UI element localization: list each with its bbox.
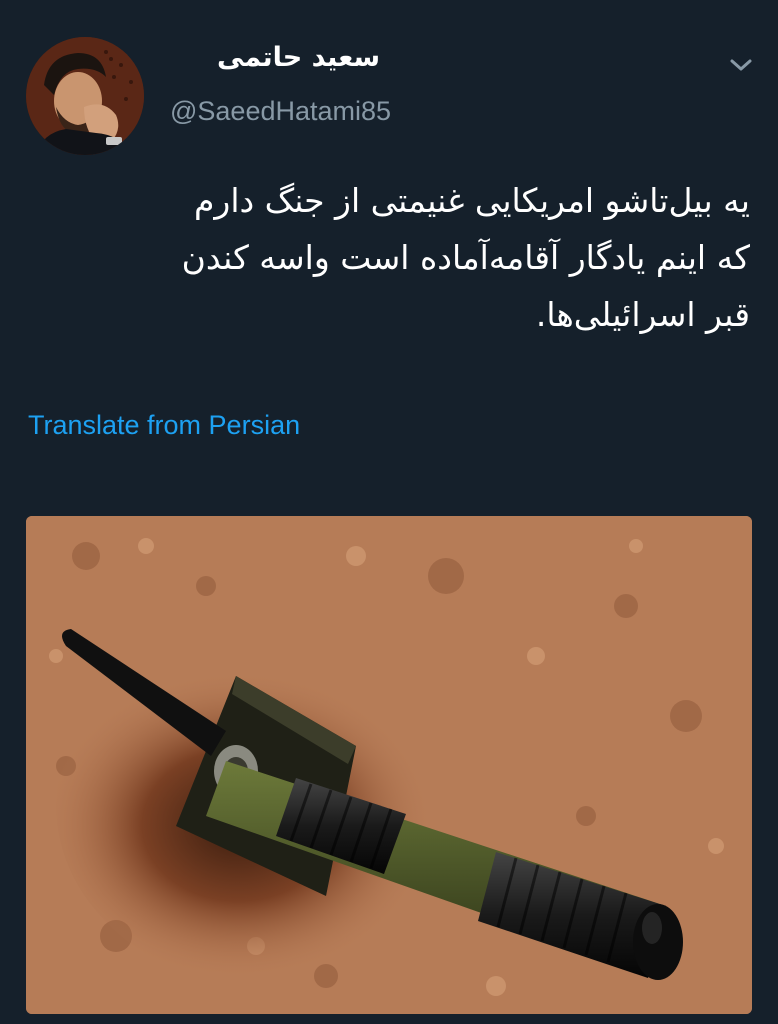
tweet-card[interactable]: سعید حاتمی @SaeedHatami85 یه بیل‌تاشو ام… [0, 0, 778, 1016]
tweet-text-line: قبر اسرائیلی‌ها. [535, 295, 750, 334]
tweet-text: یه بیل‌تاشو امریکایی غنیمتی از جنگ دارم … [26, 172, 750, 343]
translate-link[interactable]: Translate from Persian [28, 410, 300, 441]
tweet-media-image[interactable] [26, 516, 752, 1014]
chevron-down-icon[interactable] [724, 48, 758, 82]
avatar[interactable] [26, 37, 144, 155]
tweet-text-line: که اینم یادگار آقامه‌آماده است واسه کندن [181, 238, 750, 277]
tweet-text-line: یه بیل‌تاشو امریکایی غنیمتی از جنگ دارم [193, 181, 750, 220]
display-name[interactable]: سعید حاتمی [160, 42, 380, 73]
user-handle[interactable]: @SaeedHatami85 [170, 96, 391, 127]
